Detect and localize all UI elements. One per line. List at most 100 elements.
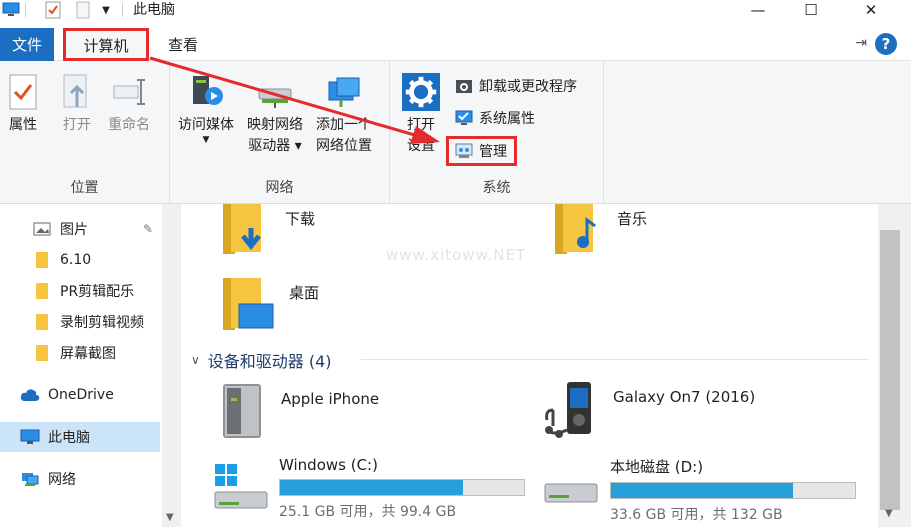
system-properties-button[interactable]: 系统属性 xyxy=(454,105,535,131)
properties-icon xyxy=(4,71,42,113)
pictures-icon xyxy=(32,220,52,238)
dropdown-arrow-icon: ▼ xyxy=(202,135,210,145)
drive-usage-bar xyxy=(279,479,525,496)
group-location: 属性 打开 重命名 位置 xyxy=(0,61,170,204)
ribbon-tabs: 文件 计算机 查看 ⇥ ? xyxy=(0,28,911,61)
open-button[interactable]: 打开 xyxy=(58,71,96,136)
properties-button[interactable]: 属性 xyxy=(4,71,42,136)
windows-drive-icon xyxy=(214,464,268,509)
scrollbar-thumb[interactable] xyxy=(880,230,900,510)
folder-desktop[interactable]: 桌面 xyxy=(221,278,319,332)
nav-item-this-pc[interactable]: 此电脑 xyxy=(0,422,160,452)
uninstall-label: 卸载或更改程序 xyxy=(479,79,577,95)
group-system: 打开 设置 卸载或更改程序 系统属性 管理 系统 xyxy=(390,61,604,204)
drive-free-space: 33.6 GB 可用，共 132 GB xyxy=(610,507,783,523)
folder-label: 音乐 xyxy=(617,210,648,228)
chevron-down-icon: ∨ xyxy=(191,353,200,367)
drive-usage-fill xyxy=(280,480,463,495)
device-apple-iphone[interactable]: Apple iPhone xyxy=(217,382,379,440)
window-title: 此电脑 xyxy=(133,2,175,18)
minimize-button[interactable]: — xyxy=(736,0,780,20)
drive-label: Windows (C:) xyxy=(279,456,378,474)
open-settings-label-2: 设置 xyxy=(407,138,435,154)
folder-icon xyxy=(32,313,52,331)
watermark: www.xitoww.NET xyxy=(386,246,527,264)
scroll-down-icon[interactable]: ▼ xyxy=(885,508,893,519)
drive-c[interactable] xyxy=(213,462,269,516)
tab-file[interactable]: 文件 xyxy=(0,28,54,61)
close-button[interactable]: ✕ xyxy=(849,0,893,20)
nav-item-label: 录制剪辑视频 xyxy=(60,315,144,331)
nav-item-onedrive[interactable]: OneDrive xyxy=(0,380,160,410)
drive-usage-fill xyxy=(611,483,793,498)
nav-item-record-edit-video[interactable]: 录制剪辑视频 xyxy=(0,307,160,337)
drive-c-info[interactable]: Windows (C:) 25.1 GB 可用，共 99.4 GB xyxy=(279,456,525,521)
rename-button[interactable]: 重命名 xyxy=(108,71,150,136)
folder-icon xyxy=(32,282,52,300)
access-media-button[interactable]: 访问媒体 ▼ xyxy=(178,71,234,145)
divider xyxy=(361,359,869,360)
separator xyxy=(122,3,123,17)
system-properties-label: 系统属性 xyxy=(479,111,535,127)
manage-button[interactable]: 管理 xyxy=(446,136,517,166)
drive-d[interactable] xyxy=(543,474,599,510)
devices-and-drives-header[interactable]: ∨ 设备和驱动器 (4) xyxy=(191,348,332,372)
customize-quick-access-icon[interactable]: ▼ xyxy=(97,1,115,19)
nav-item-network[interactable]: 网络 xyxy=(0,464,160,494)
media-server-icon xyxy=(187,71,225,113)
pin-ribbon-icon[interactable]: ⇥ xyxy=(855,35,867,51)
add-network-location-button[interactable]: 添加一个 网络位置 xyxy=(316,71,372,157)
nav-scrollbar[interactable]: ▼ xyxy=(162,204,181,527)
tab-view[interactable]: 查看 xyxy=(160,28,206,61)
uninstall-icon xyxy=(454,76,474,96)
settings-gear-icon xyxy=(402,71,440,113)
drive-d-info[interactable]: 本地磁盘 (D:) 33.6 GB 可用，共 132 GB xyxy=(610,456,856,524)
help-icon[interactable]: ? xyxy=(875,33,897,55)
title-bar: ▼ 此电脑 — ☐ ✕ xyxy=(0,0,911,22)
nav-item-screenshots[interactable]: 屏幕截图 xyxy=(0,338,160,368)
folder-downloads[interactable]: 下载 xyxy=(221,204,315,254)
properties-quick-icon[interactable] xyxy=(44,1,62,19)
this-pc-icon[interactable] xyxy=(2,1,20,19)
hard-drive-icon xyxy=(544,483,598,503)
properties-label: 属性 xyxy=(9,117,37,133)
scroll-down-icon[interactable]: ▼ xyxy=(166,512,174,523)
nav-item-label: 图片 xyxy=(60,222,88,238)
device-galaxy-on7[interactable]: Galaxy On7 (2016) xyxy=(543,380,755,442)
portable-device-icon xyxy=(223,384,261,438)
network-location-icon xyxy=(325,71,363,113)
add-location-label-2: 网络位置 xyxy=(316,138,372,154)
drive-free-space: 25.1 GB 可用，共 99.4 GB xyxy=(279,504,457,520)
section-title: 设备和驱动器 (4) xyxy=(207,352,332,371)
cloud-icon xyxy=(20,386,40,404)
desktop-folder-icon xyxy=(223,278,274,330)
open-settings-label-1: 打开 xyxy=(407,117,435,133)
access-media-label: 访问媒体 xyxy=(178,117,234,133)
map-drive-label-1: 映射网络 xyxy=(247,117,303,133)
rename-label: 重命名 xyxy=(108,117,150,133)
pin-icon: ✎ xyxy=(143,222,154,236)
nav-item-label: OneDrive xyxy=(48,387,114,403)
nav-item-label: 屏幕截图 xyxy=(60,346,116,362)
maximize-button[interactable]: ☐ xyxy=(789,0,833,20)
nav-item-pictures[interactable]: 图片 ✎ xyxy=(0,214,160,244)
network-icon xyxy=(20,470,40,488)
navigation-pane: 图片 ✎ 6.10 PR剪辑配乐 录制剪辑视频 屏幕截图 OneDrive 此电… xyxy=(0,204,162,527)
group-system-label: 系统 xyxy=(482,180,511,196)
device-label: Apple iPhone xyxy=(281,390,380,408)
open-settings-button[interactable]: 打开 设置 xyxy=(402,71,440,157)
open-icon xyxy=(58,71,96,113)
map-network-drive-button[interactable]: 映射网络 驱动器 ▾ xyxy=(247,71,303,157)
ribbon: 属性 打开 重命名 位置 访问媒体 ▼ 映射网络 驱动器 ▾ 添加一个 网络位置… xyxy=(0,61,911,204)
manage-icon xyxy=(454,141,474,161)
nav-item-pr-music[interactable]: PR剪辑配乐 xyxy=(0,276,160,306)
separator xyxy=(25,3,26,17)
nav-item-folder-6-10[interactable]: 6.10 xyxy=(0,245,160,275)
uninstall-program-button[interactable]: 卸载或更改程序 xyxy=(454,73,577,99)
folder-music[interactable]: 音乐 xyxy=(553,204,647,254)
drive-label: 本地磁盘 (D:) xyxy=(610,458,704,476)
folder-icon xyxy=(32,344,52,362)
new-folder-quick-icon[interactable] xyxy=(74,1,92,19)
tab-computer[interactable]: 计算机 xyxy=(63,28,149,61)
nav-item-label: 网络 xyxy=(48,472,76,488)
